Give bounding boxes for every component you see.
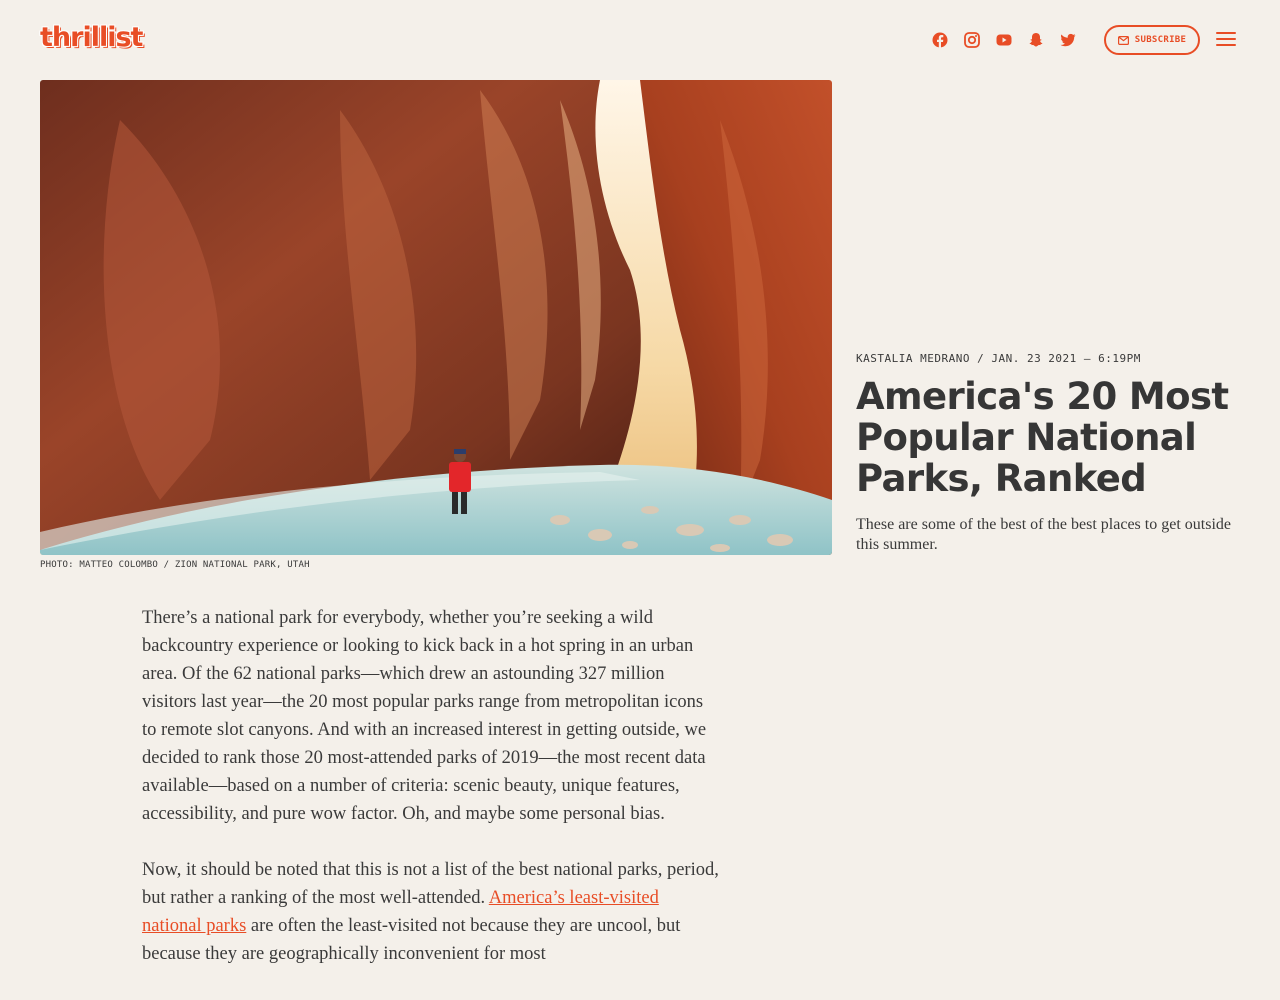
- paragraph-1: There’s a national park for everybody, w…: [142, 608, 707, 824]
- youtube-icon[interactable]: [996, 28, 1012, 52]
- article-body: There’s a national park for everybody, w…: [142, 604, 722, 996]
- thrillist-logo[interactable]: thrillist: [40, 22, 143, 53]
- snapchat-icon[interactable]: [1028, 28, 1044, 52]
- site-header: thrillist SUBSCRIBE: [0, 0, 1280, 80]
- facebook-icon[interactable]: [932, 28, 948, 52]
- photo-caption: PHOTO: MATTEO COLOMBO / ZION NATIONAL PA…: [40, 560, 310, 570]
- envelope-icon: [1117, 35, 1129, 45]
- article-byline: KASTALIA MEDRANO / JAN. 23 2021 – 6:19PM: [856, 352, 1141, 365]
- article-dek: These are some of the best of the best p…: [856, 516, 1231, 553]
- article-title: America's 20 Most Popular National Parks…: [856, 375, 1229, 500]
- instagram-icon[interactable]: [964, 28, 980, 52]
- social-links: [932, 28, 1076, 52]
- paragraph-2: Now, it should be noted that this is not…: [142, 856, 722, 968]
- twitter-icon[interactable]: [1060, 28, 1076, 52]
- subscribe-label: SUBSCRIBE: [1134, 35, 1187, 45]
- hero-image: [40, 80, 832, 555]
- subscribe-button[interactable]: SUBSCRIBE: [1104, 25, 1200, 55]
- hamburger-menu-icon[interactable]: [1216, 32, 1236, 48]
